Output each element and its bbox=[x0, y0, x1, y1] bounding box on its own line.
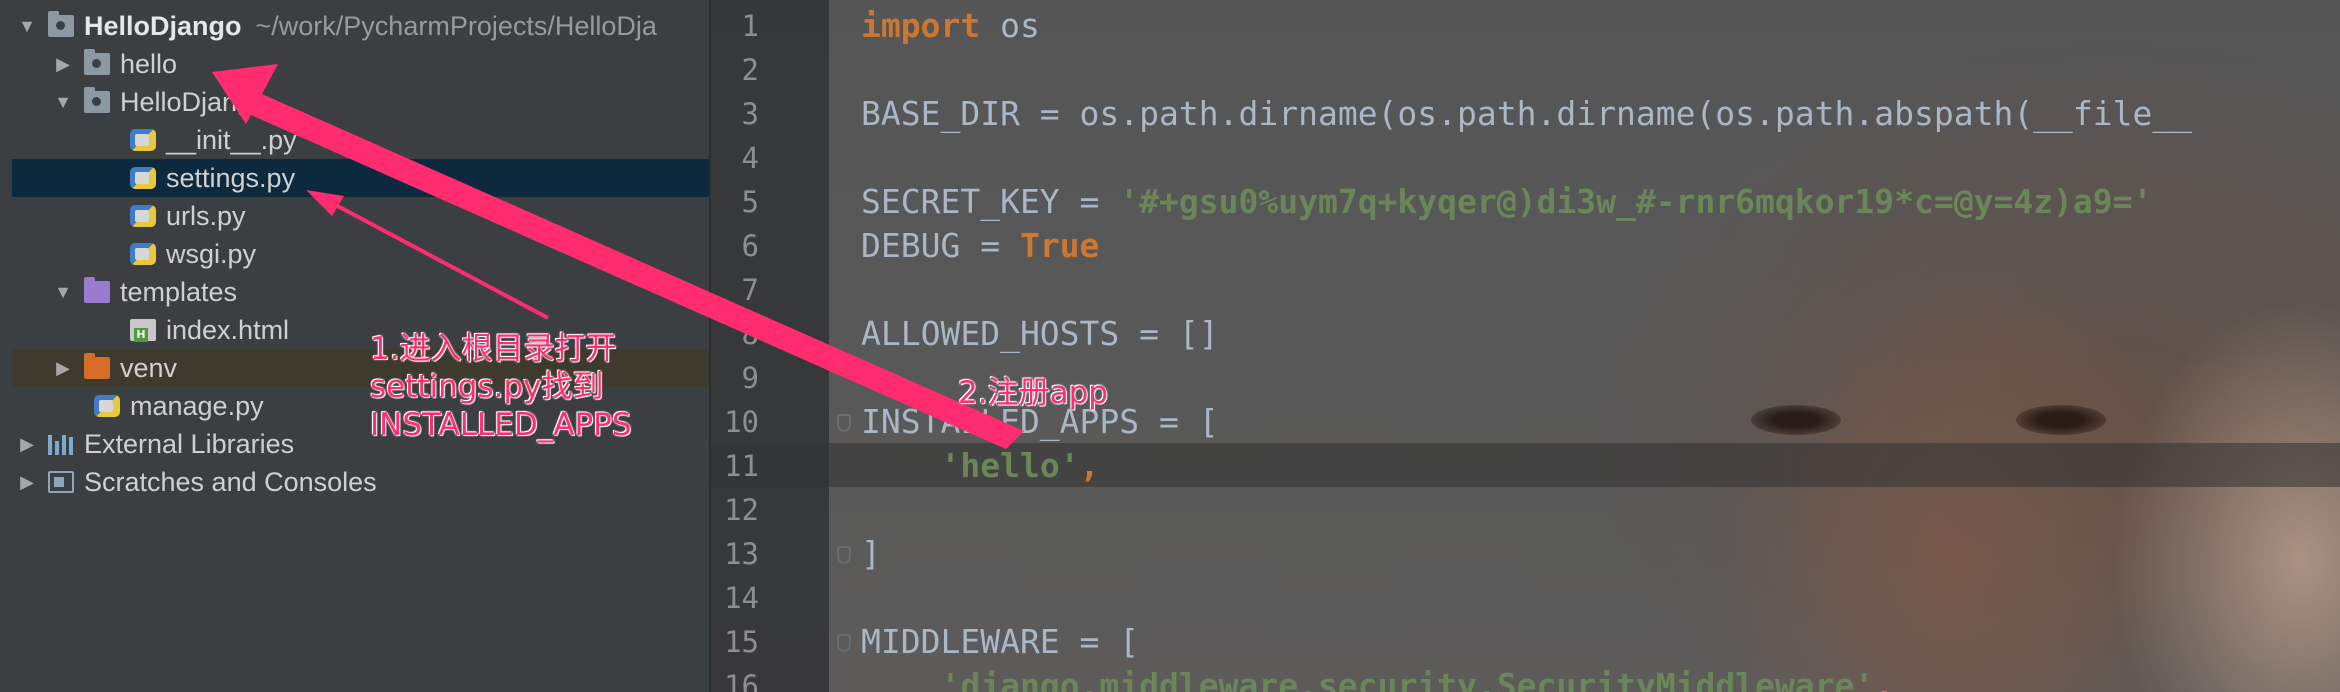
line-number: 13 bbox=[724, 537, 759, 571]
string-token: '#+gsu0%uym7q+kyqer@)di3w_#-rnr6mqkor19*… bbox=[1119, 182, 2153, 221]
tree-item-label: settings.py bbox=[166, 162, 296, 193]
tree-item-label: wsgi.py bbox=[166, 238, 257, 269]
code-token: ALLOWED_HOSTS = [] bbox=[861, 314, 1219, 353]
annotation-step-2: 2.注册app bbox=[958, 375, 1108, 411]
collapsed-arrow-icon[interactable]: ▶ bbox=[14, 472, 40, 493]
line-number: 3 bbox=[741, 97, 759, 131]
tree-item-settings-py[interactable]: settings.py bbox=[12, 159, 709, 197]
line-number: 1 bbox=[741, 9, 759, 43]
folder-icon bbox=[84, 87, 110, 113]
tree-item-label: HelloDjango bbox=[120, 86, 268, 117]
string-token: 'django.middleware.security.SecurityMidd… bbox=[940, 666, 1875, 692]
code-token: BASE_DIR = os.path.dirname(os.path.dirna… bbox=[861, 94, 2193, 133]
tree-item-label: External Libraries bbox=[84, 428, 295, 459]
code-line-11: 'hello', bbox=[861, 444, 1099, 488]
excluded-folder-icon bbox=[84, 353, 110, 379]
string-token: 'hello' bbox=[940, 446, 1080, 485]
annotation-step-1: 1.进入根目录打开 settings.py找到 INSTALLED_APPS bbox=[370, 331, 632, 443]
tree-item-label: manage.py bbox=[130, 390, 264, 421]
expanded-arrow-icon[interactable]: ▼ bbox=[50, 92, 76, 113]
code-line-3: BASE_DIR = os.path.dirname(os.path.dirna… bbox=[861, 92, 2192, 136]
folder-icon bbox=[48, 11, 74, 37]
collapsed-arrow-icon[interactable]: ▶ bbox=[50, 54, 76, 75]
expanded-arrow-icon[interactable]: ▼ bbox=[50, 282, 76, 303]
line-number: 15 bbox=[724, 625, 759, 659]
code-line-5: SECRET_KEY = '#+gsu0%uym7q+kyqer@)di3w_#… bbox=[861, 180, 2152, 224]
keyword-token: import bbox=[861, 6, 981, 45]
line-number: 14 bbox=[724, 581, 759, 615]
tree-item-label: urls.py bbox=[166, 200, 246, 231]
background-eye-left bbox=[1751, 405, 1841, 435]
code-editor[interactable]: 1 2 3 4 5 6 7 8 9 10 11 12 13 14 15 16 i… bbox=[711, 0, 2340, 692]
keyword-token: True bbox=[1019, 226, 1100, 265]
html-file-icon bbox=[130, 319, 156, 342]
tree-item-label: __init__.py bbox=[166, 124, 297, 155]
tree-item-scratches[interactable]: ▶ Scratches and Consoles bbox=[12, 463, 709, 501]
collapsed-arrow-icon[interactable]: ▶ bbox=[14, 434, 40, 455]
tree-item-label: Scratches and Consoles bbox=[84, 466, 377, 497]
code-token: ] bbox=[861, 534, 881, 573]
python-file-icon bbox=[130, 205, 156, 227]
line-number: 7 bbox=[741, 273, 759, 307]
code-token: DEBUG = bbox=[861, 226, 1020, 265]
fold-marker-icon[interactable] bbox=[837, 546, 851, 564]
code-token: SECRET_KEY = bbox=[861, 182, 1120, 221]
line-number: 9 bbox=[741, 361, 759, 395]
comma-token: , bbox=[1874, 666, 1895, 692]
comma-token: , bbox=[1079, 446, 1100, 485]
line-number: 6 bbox=[741, 229, 759, 263]
code-line-13: ] bbox=[861, 532, 881, 576]
code-line-1: import os bbox=[861, 4, 1040, 48]
ide-window: ▼ HelloDjango ~/work/PycharmProjects/Hel… bbox=[0, 0, 2340, 692]
tree-item-label: venv bbox=[120, 352, 178, 383]
tree-item-label: templates bbox=[120, 276, 238, 307]
fold-marker-icon[interactable] bbox=[837, 634, 851, 652]
scratches-icon bbox=[48, 471, 74, 493]
line-number-gutter: 1 2 3 4 5 6 7 8 9 10 11 12 13 14 15 16 bbox=[711, 0, 829, 692]
tree-item-templates[interactable]: ▼ templates bbox=[12, 273, 709, 311]
project-path: ~/work/PycharmProjects/HelloDja bbox=[255, 10, 657, 41]
line-number: 12 bbox=[724, 493, 759, 527]
tree-item-label: hello bbox=[120, 48, 178, 79]
line-number: 2 bbox=[741, 53, 759, 87]
tree-item-wsgi-py[interactable]: wsgi.py bbox=[12, 235, 709, 273]
line-number: 4 bbox=[741, 141, 759, 175]
line-number: 10 bbox=[724, 405, 759, 439]
python-file-icon bbox=[94, 395, 120, 417]
line-number: 16 bbox=[724, 669, 759, 692]
templates-folder-icon bbox=[84, 277, 110, 303]
tree-item-hellodjango-package[interactable]: ▼ HelloDjango bbox=[12, 83, 709, 121]
background-eye-right bbox=[2016, 405, 2106, 435]
python-file-icon bbox=[130, 243, 156, 265]
collapsed-arrow-icon[interactable]: ▶ bbox=[50, 358, 76, 379]
line-number: 8 bbox=[741, 317, 759, 351]
folder-icon bbox=[84, 49, 110, 75]
tree-item-init-py[interactable]: __init__.py bbox=[12, 121, 709, 159]
code-token: os bbox=[980, 6, 1040, 45]
python-file-icon bbox=[130, 129, 156, 151]
line-number: 5 bbox=[741, 185, 759, 219]
tree-item-urls-py[interactable]: urls.py bbox=[12, 197, 709, 235]
python-file-icon bbox=[130, 167, 156, 189]
library-icon bbox=[48, 433, 74, 455]
code-line-16: 'django.middleware.security.SecurityMidd… bbox=[861, 664, 1894, 692]
line-number: 11 bbox=[724, 449, 759, 483]
project-name: HelloDjango bbox=[84, 10, 242, 41]
expanded-arrow-icon[interactable]: ▼ bbox=[14, 16, 40, 37]
code-line-6: DEBUG = True bbox=[861, 224, 1099, 268]
tree-root-hellodjango[interactable]: ▼ HelloDjango ~/work/PycharmProjects/Hel… bbox=[12, 7, 709, 45]
code-line-8: ALLOWED_HOSTS = [] bbox=[861, 312, 1219, 356]
tree-item-hello[interactable]: ▶ hello bbox=[12, 45, 709, 83]
tree-item-label: index.html bbox=[166, 314, 290, 345]
code-line-15: MIDDLEWARE = [ bbox=[861, 620, 1139, 664]
code-token: MIDDLEWARE = [ bbox=[861, 622, 1140, 661]
fold-marker-icon[interactable] bbox=[837, 414, 851, 432]
